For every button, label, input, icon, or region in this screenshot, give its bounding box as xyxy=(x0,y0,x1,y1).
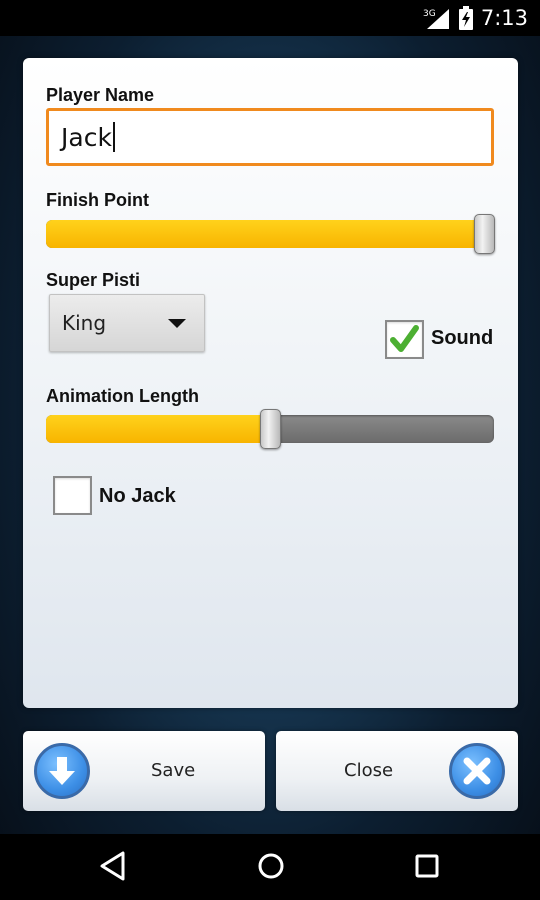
no-jack-checkbox[interactable] xyxy=(53,476,92,515)
status-bar: 3G 7:13 xyxy=(0,0,540,36)
slider-thumb[interactable] xyxy=(260,409,281,449)
super-pisti-dropdown[interactable]: King xyxy=(49,294,205,352)
no-jack-label: No Jack xyxy=(99,485,176,507)
clock: 7:13 xyxy=(480,6,528,30)
finish-point-slider[interactable] xyxy=(46,214,495,254)
home-icon[interactable] xyxy=(255,849,287,883)
back-icon[interactable] xyxy=(98,849,128,883)
close-x-icon xyxy=(449,743,505,799)
super-pisti-selected: King xyxy=(62,311,107,335)
text-caret xyxy=(112,122,115,152)
download-arrow-icon xyxy=(34,743,90,799)
close-button[interactable]: Close xyxy=(276,731,518,811)
navigation-bar xyxy=(0,834,540,900)
finish-point-label: Finish Point xyxy=(46,190,149,210)
player-name-value: Jack xyxy=(61,122,112,152)
settings-panel: Player Name Jack Finish Point Super Pist… xyxy=(23,58,518,708)
sound-label: Sound xyxy=(431,327,494,349)
super-pisti-label: Super Pisti xyxy=(46,270,141,290)
save-button[interactable]: Save xyxy=(23,731,265,811)
checkmark-icon xyxy=(390,325,419,352)
save-label: Save xyxy=(151,760,196,781)
animation-length-slider[interactable] xyxy=(46,409,494,449)
slider-thumb[interactable] xyxy=(474,214,495,254)
slider-track xyxy=(46,220,494,248)
sound-checkbox[interactable] xyxy=(385,320,424,359)
dropdown-arrow-icon xyxy=(168,318,186,328)
player-name-input[interactable]: Jack xyxy=(46,108,494,166)
svg-text:3G: 3G xyxy=(423,9,436,19)
recents-icon[interactable] xyxy=(412,849,442,883)
slider-fill xyxy=(46,220,484,248)
close-label: Close xyxy=(344,760,394,781)
animation-length-label: Animation Length xyxy=(46,386,199,406)
signal-3g-icon: 3G xyxy=(423,9,449,29)
battery-charging-icon xyxy=(458,6,473,30)
slider-fill xyxy=(46,415,270,443)
player-name-label: Player Name xyxy=(46,85,155,105)
